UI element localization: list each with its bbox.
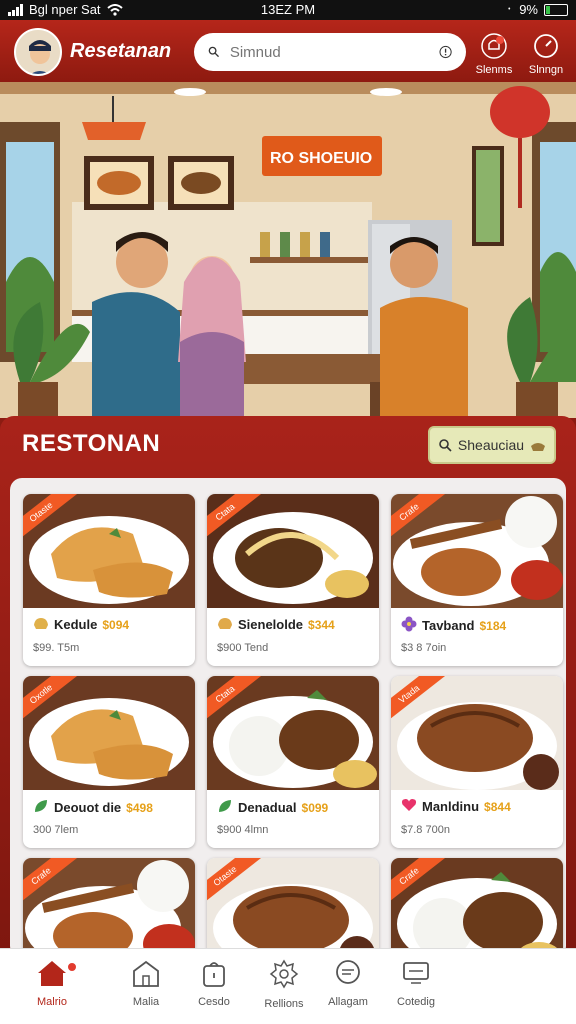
dish-card[interactable]: Ctata Denadual $099 $900 4lmn <box>207 676 379 848</box>
dish-name-row: Deouot die $498 <box>33 798 153 817</box>
schedule-label: Sheauciau <box>457 437 525 453</box>
dish-price: $184 <box>479 618 507 633</box>
timer-button[interactable]: Slnngn <box>518 32 574 76</box>
restaurant-scene-image: RO SHOEUIO <box>0 82 576 418</box>
chat-icon <box>314 959 382 990</box>
app-title: Resetanan <box>70 40 172 62</box>
nav-item-chat[interactable]: Allagam <box>314 959 382 1008</box>
search-icon <box>439 439 452 452</box>
mic-icon[interactable] <box>439 42 452 62</box>
dish-card[interactable]: Otaste Kedule $094 $99. T5m <box>23 494 195 666</box>
dish-name: Sienelolde <box>238 617 304 632</box>
hero-sign-text: RO SHOEUIO <box>270 150 372 167</box>
dish-name-row: Kedule $094 <box>33 616 129 633</box>
dish-price: $344 <box>308 617 335 632</box>
bread-icon <box>33 616 49 633</box>
cooking-icon <box>531 443 546 451</box>
dish-price: $844 <box>484 799 511 814</box>
dish-meta: 300 7lem <box>33 824 79 836</box>
dish-meta: $900 Tend <box>217 642 269 654</box>
nav-label: Malrio <box>37 996 67 1008</box>
dish-name: Manldinu <box>422 799 480 814</box>
dish-name: Denadual <box>238 800 297 815</box>
dish-name-row: Tavband $184 <box>401 616 506 635</box>
nav-label: Cotedig <box>397 996 435 1008</box>
dish-name: Tavband <box>422 618 475 633</box>
nav-item-bag[interactable]: Cesdo <box>180 959 248 1008</box>
dish-card[interactable]: Crafe <box>23 858 195 958</box>
nav-label: Allagam <box>328 996 368 1008</box>
nav-label: Cesdo <box>198 996 230 1008</box>
hero-illustration: RO SHOEUIO <box>0 82 576 418</box>
battery-icon <box>544 3 568 16</box>
bread-icon <box>217 616 233 633</box>
dish-price: $099 <box>301 800 329 815</box>
flower-icon <box>401 616 417 635</box>
screen-icon <box>382 959 450 990</box>
schedule-button[interactable]: Sheauciau <box>428 426 556 464</box>
dish-meta: $7.8 700n <box>401 824 450 836</box>
leaf-icon <box>217 798 233 817</box>
search-icon <box>208 46 219 58</box>
dish-name-row: Denadual $099 <box>217 798 328 817</box>
dish-name-row: Sienelolde $344 <box>217 616 335 633</box>
bottom-nav: Malrio Malia Cesdo Rellions Allagam Cotedig <box>0 948 576 1024</box>
dish-card[interactable]: Crafe <box>391 858 563 958</box>
dish-card[interactable]: Vtada Manldinu $844 $7.8 700n <box>391 676 563 848</box>
dish-meta: $3 8 7oin <box>401 642 447 654</box>
nav-item-gear[interactable]: Rellions <box>250 959 318 1010</box>
nav-item-building[interactable]: Malia <box>112 959 180 1008</box>
notifications-label: Slenms <box>475 64 513 76</box>
search-input[interactable] <box>229 43 429 61</box>
restaurant-panel: RESTONAN Sheauciau Otaste Kedule $094 $99. … <box>0 416 576 958</box>
dish-name-row: Manldinu $844 <box>401 798 511 815</box>
leaf-icon <box>33 798 49 817</box>
nav-item-screen[interactable]: Cotedig <box>382 959 450 1008</box>
dish-name: Kedule <box>54 617 98 632</box>
dish-card[interactable]: Crafe Tavband $184 $3 8 7oin <box>391 494 563 666</box>
timer-icon <box>534 34 558 58</box>
timer-label: Slnngn <box>528 64 564 76</box>
dish-card[interactable]: Ctata Sienelolde $344 $900 Tend <box>207 494 379 666</box>
app-header: Resetanan Slenms Slnngn <box>0 20 576 82</box>
avatar[interactable] <box>14 28 62 76</box>
dish-card[interactable]: Oxotle Deouot die $498 300 7lem <box>23 676 195 848</box>
avatar-illustration <box>16 30 60 74</box>
heart-icon <box>401 798 417 815</box>
dish-meta: $99. T5m <box>33 642 80 654</box>
dish-price: $498 <box>126 800 153 815</box>
section-title: RESTONAN <box>22 430 161 457</box>
bell-icon <box>481 33 507 59</box>
nav-item-home[interactable]: Malrio <box>18 959 86 1008</box>
dish-grid: Otaste Kedule $094 $99. T5m Ctata Sienelolde $… <box>10 478 566 958</box>
clock: 13EZ PM <box>260 2 316 17</box>
search-bar[interactable] <box>194 33 466 71</box>
dish-card[interactable]: Otaste <box>207 858 379 958</box>
status-bar: Bgl nper Sat 13EZ PM ᛫ 9% <box>0 0 576 20</box>
battery-label: 9% <box>519 2 538 17</box>
notification-dot <box>66 961 78 973</box>
nav-label: Rellions <box>264 998 304 1010</box>
bluetooth-icon: ᛫ <box>505 2 514 17</box>
bag-icon <box>180 959 248 990</box>
dish-price: $094 <box>102 617 130 632</box>
dish-name: Deouot die <box>54 800 122 815</box>
gear-icon <box>250 959 318 992</box>
dish-meta: $900 4lmn <box>217 824 269 836</box>
building-icon <box>112 959 180 990</box>
notifications-button[interactable]: Slenms <box>466 32 522 76</box>
nav-label: Malia <box>132 996 160 1008</box>
